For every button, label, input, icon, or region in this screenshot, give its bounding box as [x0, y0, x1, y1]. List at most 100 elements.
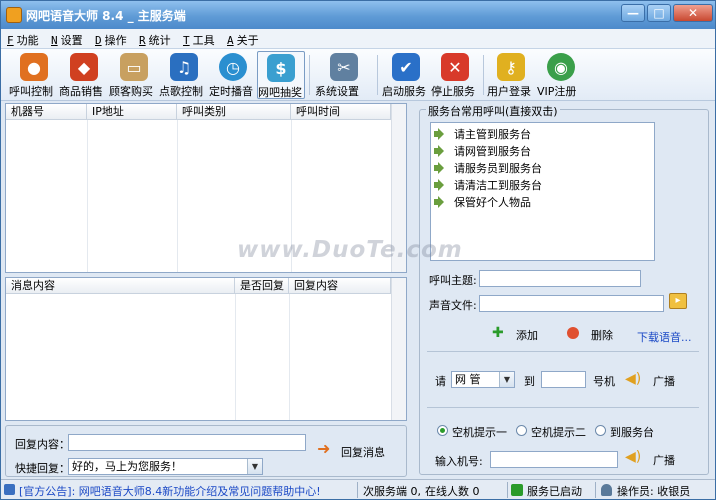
- quick-reply-label: 快捷回复：: [15, 462, 70, 475]
- chevron-down-icon[interactable]: ▼: [247, 459, 262, 474]
- add-button[interactable]: 添加: [516, 327, 538, 343]
- radio-empty-prompt-1-label[interactable]: 空机提示一: [452, 424, 507, 440]
- radio-to-service-desk[interactable]: [595, 425, 606, 436]
- call-control-button[interactable]: ● 呼叫控制: [9, 51, 59, 99]
- app-window: 网吧语音大师 8.4 _ 主服务端 — □ ✕ F 功能 N 设置 D 操作 R 统计 …: [0, 0, 716, 500]
- service-count: 次服务端 0,: [363, 485, 421, 498]
- start-service-button[interactable]: ✔ 启动服务: [382, 51, 430, 99]
- reply-message-button[interactable]: 回复消息: [341, 444, 385, 460]
- globe-icon: ◉: [547, 53, 575, 81]
- speaker-icon: [434, 179, 448, 191]
- maximize-button[interactable]: □: [647, 4, 671, 22]
- stop-service-button[interactable]: ✕ 停止服务: [431, 51, 479, 99]
- status-separator: [507, 482, 508, 498]
- tools-icon: ✂: [330, 53, 358, 81]
- quick-reply-select[interactable]: 好的，马上为您服务！ ▼: [68, 458, 263, 475]
- menu-function[interactable]: F 功能: [7, 32, 39, 48]
- sound-file-input[interactable]: [479, 295, 664, 312]
- toolbar-separator: [309, 55, 310, 95]
- package-icon: ◆: [70, 53, 98, 81]
- list-item[interactable]: 请主管到服务台: [434, 126, 531, 142]
- col-reply-content[interactable]: 回复内容: [289, 278, 391, 294]
- machine-number-input[interactable]: [541, 371, 586, 388]
- customer-purchase-button[interactable]: ▭ 顾客购买: [109, 51, 159, 99]
- service-running-icon: [511, 484, 523, 496]
- title-bar[interactable]: 网吧语音大师 8.4 _ 主服务端 — □ ✕: [1, 1, 715, 29]
- menu-statistics[interactable]: R 统计: [139, 32, 171, 48]
- broadcast-button[interactable]: 广播: [653, 373, 675, 389]
- operator-icon: [601, 484, 612, 496]
- menu-bar: F 功能 N 设置 D 操作 R 统计 T 工具 A 关于: [1, 29, 715, 49]
- staff-select-value: 网 管: [455, 373, 481, 386]
- menu-about[interactable]: A 关于: [227, 32, 259, 48]
- col-call-time[interactable]: 呼叫时间: [291, 104, 391, 120]
- input-machine-label: 输入机号:: [435, 455, 483, 468]
- message-table[interactable]: 消息内容 是否回复 回复内容: [5, 277, 407, 421]
- staff-select[interactable]: 网 管 ▼: [451, 371, 515, 388]
- user-icon: ●: [20, 53, 48, 81]
- broadcast-button-2[interactable]: 广播: [653, 452, 675, 468]
- key-icon: ⚷: [497, 53, 525, 81]
- radio-empty-prompt-1[interactable]: [437, 425, 448, 436]
- minimize-button[interactable]: —: [621, 4, 645, 22]
- speaker-icon: [434, 162, 448, 174]
- call-topic-input[interactable]: [479, 270, 641, 287]
- clock-icon: ◷: [219, 53, 247, 81]
- radio-empty-prompt-2[interactable]: [516, 425, 527, 436]
- col-machine-no[interactable]: 机器号: [6, 104, 87, 120]
- operator-info: 操作员: 收银员: [617, 485, 691, 498]
- song-request-button[interactable]: ♫ 点歌控制: [159, 51, 209, 99]
- message-table-scrollbar[interactable]: [391, 278, 406, 420]
- toolbar: ● 呼叫控制 ◆ 商品销售 ▭ 顾客购买 ♫ 点歌控制 ◷ 定时播音 $ 网吧抽…: [1, 49, 715, 101]
- col-call-type[interactable]: 呼叫类别: [177, 104, 291, 120]
- list-item[interactable]: 请服务员到服务台: [434, 160, 542, 176]
- please-label: 请: [435, 375, 446, 388]
- speaker-icon: [434, 196, 448, 208]
- product-sales-button[interactable]: ◆ 商品销售: [59, 51, 109, 99]
- notice-icon: [4, 484, 15, 495]
- user-login-button[interactable]: ⚷ 用户登录: [487, 51, 535, 99]
- radio-to-service-desk-label[interactable]: 到服务台: [610, 424, 654, 440]
- chevron-down-icon[interactable]: ▼: [499, 372, 514, 387]
- menu-tools[interactable]: T 工具: [183, 32, 215, 48]
- col-message-content[interactable]: 消息内容: [6, 278, 235, 294]
- col-replied[interactable]: 是否回复: [235, 278, 289, 294]
- delete-button[interactable]: 删除: [591, 327, 613, 343]
- broadcast-speaker-icon[interactable]: ◀): [625, 371, 643, 387]
- shield-icon: ✔: [392, 53, 420, 81]
- radio-empty-prompt-2-label[interactable]: 空机提示二: [531, 424, 586, 440]
- broadcast-speaker-icon[interactable]: ◀): [625, 449, 643, 465]
- grid-line: [87, 120, 88, 272]
- reply-content-label: 回复内容：: [15, 438, 70, 451]
- speaker-icon: [434, 145, 448, 157]
- status-separator: [357, 482, 358, 498]
- window-title: 网吧语音大师 8.4 _ 主服务端: [26, 9, 186, 23]
- list-item[interactable]: 请清洁工到服务台: [434, 177, 542, 193]
- service-call-list[interactable]: 请主管到服务台 请网管到服务台 请服务员到服务台 请清洁工到服务台 保管好个人物…: [430, 122, 655, 261]
- stop-shield-icon: ✕: [441, 53, 469, 81]
- app-logo-icon: [6, 7, 22, 23]
- col-ip-address[interactable]: IP地址: [87, 104, 177, 120]
- download-voice-link[interactable]: 下载语音...: [637, 329, 692, 345]
- input-machine-field[interactable]: [490, 451, 618, 468]
- vip-register-button[interactable]: ◉ VIP注册: [537, 51, 585, 99]
- status-bar: [官方公告]: 网吧语音大师8.4新功能介绍及常见问题帮助中心! 次服务端 0,…: [1, 479, 715, 499]
- list-item[interactable]: 保管好个人物品: [434, 194, 531, 210]
- reply-content-input[interactable]: [68, 434, 306, 451]
- call-topic-label: 呼叫主题:: [429, 274, 477, 287]
- system-settings-button[interactable]: ✂ 系统设置: [315, 51, 373, 99]
- list-item[interactable]: 请网管到服务台: [434, 143, 531, 159]
- watermark: www.DuoTe.com: [237, 237, 463, 263]
- reply-arrow-icon: ➜: [317, 439, 331, 458]
- scheduled-broadcast-button[interactable]: ◷ 定时播音: [209, 51, 257, 99]
- online-count: 在线人数 0: [425, 485, 480, 498]
- official-notice-link[interactable]: [官方公告]: 网吧语音大师8.4新功能介绍及常见问题帮助中心!: [19, 483, 321, 499]
- menu-settings[interactable]: N 设置: [51, 32, 83, 48]
- speaker-icon: [434, 128, 448, 140]
- lottery-button[interactable]: $ 网吧抽奖: [257, 51, 305, 99]
- folder-icon[interactable]: ▸: [669, 293, 687, 309]
- grid-line: [235, 294, 236, 420]
- menu-operation[interactable]: D 操作: [95, 32, 127, 48]
- close-button[interactable]: ✕: [673, 4, 713, 22]
- toolbar-separator: [483, 55, 484, 95]
